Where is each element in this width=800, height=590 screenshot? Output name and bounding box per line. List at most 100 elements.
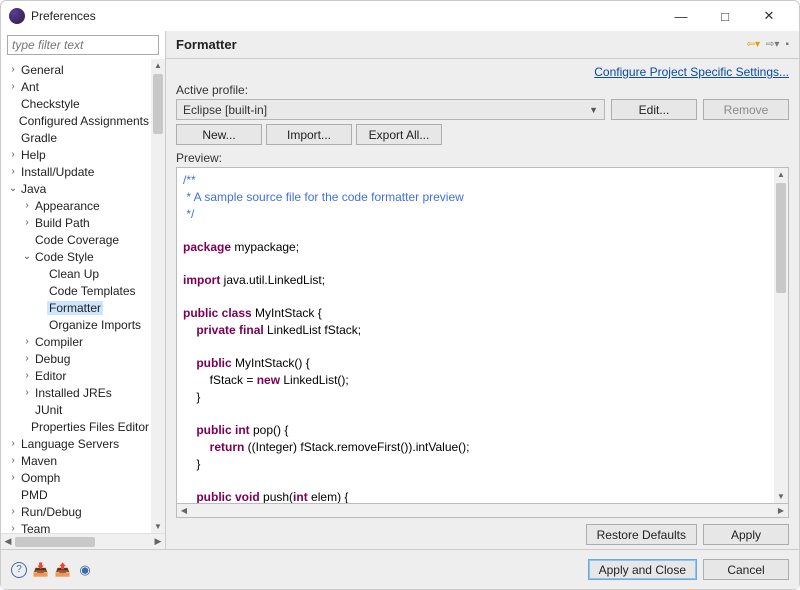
- scroll-left-icon[interactable]: ◀: [1, 536, 15, 547]
- scroll-up-icon[interactable]: ▲: [777, 168, 785, 181]
- cancel-button[interactable]: Cancel: [703, 559, 789, 580]
- tree-item-install-update[interactable]: ›Install/Update: [3, 163, 151, 180]
- import-button[interactable]: Import...: [266, 124, 352, 145]
- tree-item-properties-files-editor[interactable]: ·Properties Files Editor: [3, 418, 151, 435]
- remove-button: Remove: [703, 99, 789, 120]
- nav-forward-icon[interactable]: ⇨▾: [766, 39, 779, 50]
- tree-item-editor[interactable]: ›Editor: [3, 367, 151, 384]
- preferences-tree[interactable]: ›General›Ant·Checkstyle·Configured Assig…: [1, 59, 151, 533]
- tree-item-ant[interactable]: ›Ant: [3, 78, 151, 95]
- tree-item-general[interactable]: ›General: [3, 61, 151, 78]
- close-button[interactable]: ✕: [747, 1, 791, 31]
- page-heading: Formatter: [176, 37, 747, 52]
- scroll-left-icon[interactable]: ◀: [177, 506, 191, 515]
- tree-item-formatter[interactable]: ·Formatter: [3, 299, 151, 316]
- expand-icon[interactable]: ›: [21, 370, 33, 381]
- tree-item-appearance[interactable]: ›Appearance: [3, 197, 151, 214]
- tree-item-gradle[interactable]: ·Gradle: [3, 129, 151, 146]
- edit-button[interactable]: Edit...: [611, 99, 697, 120]
- preview-hscrollbar[interactable]: ◀ ▶: [176, 504, 789, 518]
- tree-item-label: Properties Files Editor: [29, 420, 151, 434]
- expand-icon[interactable]: ›: [7, 81, 19, 92]
- tree-item-configured-assignments[interactable]: ·Configured Assignments: [3, 112, 151, 129]
- apply-and-close-button[interactable]: Apply and Close: [588, 559, 697, 580]
- expand-icon[interactable]: ›: [21, 200, 33, 211]
- import-prefs-icon[interactable]: 📥: [33, 562, 49, 578]
- preview-vscrollbar[interactable]: ▲ ▼: [774, 168, 788, 503]
- tree-item-label: Maven: [19, 454, 59, 468]
- tree-item-language-servers[interactable]: ›Language Servers: [3, 435, 151, 452]
- active-profile-dropdown[interactable]: Eclipse [built-in] ▼: [176, 99, 605, 120]
- expand-icon[interactable]: ›: [7, 506, 19, 517]
- maximize-button[interactable]: □: [703, 1, 747, 31]
- tree-item-clean-up[interactable]: ·Clean Up: [3, 265, 151, 282]
- hscroll-thumb[interactable]: [15, 537, 95, 547]
- tree-item-organize-imports[interactable]: ·Organize Imports: [3, 316, 151, 333]
- expand-icon[interactable]: ›: [7, 166, 19, 177]
- expand-icon[interactable]: ›: [7, 438, 19, 449]
- apply-button[interactable]: Apply: [703, 524, 789, 545]
- minimize-button[interactable]: —: [659, 1, 703, 31]
- tree-item-maven[interactable]: ›Maven: [3, 452, 151, 469]
- tree-item-label: Code Coverage: [33, 233, 121, 247]
- tree-item-label: Build Path: [33, 216, 92, 230]
- scroll-thumb[interactable]: [776, 183, 786, 293]
- scroll-down-icon[interactable]: ▼: [777, 490, 785, 503]
- tree-item-pmd[interactable]: ·PMD: [3, 486, 151, 503]
- tree-item-code-style[interactable]: ⌄Code Style: [3, 248, 151, 265]
- tree-item-junit[interactable]: ·JUnit: [3, 401, 151, 418]
- tree-item-build-path[interactable]: ›Build Path: [3, 214, 151, 231]
- tree-item-help[interactable]: ›Help: [3, 146, 151, 163]
- restore-defaults-button[interactable]: Restore Defaults: [586, 524, 697, 545]
- scroll-down-icon[interactable]: ▼: [154, 520, 162, 533]
- tree-item-installed-jres[interactable]: ›Installed JREs: [3, 384, 151, 401]
- tree-item-oomph[interactable]: ›Oomph: [3, 469, 151, 486]
- export-all-button[interactable]: Export All...: [356, 124, 442, 145]
- tree-item-run-debug[interactable]: ›Run/Debug: [3, 503, 151, 520]
- tree-item-label: Compiler: [33, 335, 85, 349]
- help-icon[interactable]: ?: [11, 562, 27, 578]
- tree-item-label: Install/Update: [19, 165, 96, 179]
- active-profile-label: Active profile:: [176, 83, 789, 97]
- collapse-icon[interactable]: ⌄: [21, 251, 33, 262]
- tree-item-label: Formatter: [47, 301, 103, 315]
- expand-icon[interactable]: ›: [21, 336, 33, 347]
- tree-item-label: Gradle: [19, 131, 59, 145]
- expand-icon[interactable]: ›: [7, 149, 19, 160]
- expand-icon[interactable]: ›: [7, 523, 19, 533]
- tree-item-debug[interactable]: ›Debug: [3, 350, 151, 367]
- nav-back-icon[interactable]: ⇦▾: [747, 39, 760, 50]
- tree-hscrollbar[interactable]: ◀ ▶: [1, 533, 165, 549]
- record-icon[interactable]: ◉: [77, 562, 93, 578]
- expand-icon[interactable]: ›: [7, 472, 19, 483]
- scroll-right-icon[interactable]: ▶: [774, 506, 788, 515]
- tree-item-label: PMD: [19, 488, 50, 502]
- tree-item-code-templates[interactable]: ·Code Templates: [3, 282, 151, 299]
- tree-item-code-coverage[interactable]: ·Code Coverage: [3, 231, 151, 248]
- collapse-icon[interactable]: ⌄: [7, 183, 19, 194]
- nav-menu-icon[interactable]: ▪: [785, 39, 789, 50]
- scroll-up-icon[interactable]: ▲: [154, 59, 162, 72]
- expand-icon[interactable]: ›: [21, 353, 33, 364]
- tree-item-team[interactable]: ›Team: [3, 520, 151, 533]
- tree-item-label: Help: [19, 148, 48, 162]
- expand-icon[interactable]: ›: [7, 455, 19, 466]
- export-prefs-icon[interactable]: 📤: [55, 562, 71, 578]
- tree-item-label: General: [19, 63, 66, 77]
- expand-icon[interactable]: ›: [7, 64, 19, 75]
- scroll-thumb[interactable]: [153, 74, 163, 134]
- sidebar: ›General›Ant·Checkstyle·Configured Assig…: [1, 31, 166, 549]
- tree-item-label: Configured Assignments: [17, 114, 151, 128]
- expand-icon[interactable]: ›: [21, 387, 33, 398]
- scroll-right-icon[interactable]: ▶: [151, 536, 165, 547]
- tree-item-java[interactable]: ⌄Java: [3, 180, 151, 197]
- filter-input[interactable]: [7, 35, 159, 55]
- content-panel: Formatter ⇦▾ ⇨▾ ▪ Configure Project Spec…: [166, 31, 799, 549]
- new-button[interactable]: New...: [176, 124, 262, 145]
- tree-item-compiler[interactable]: ›Compiler: [3, 333, 151, 350]
- expand-icon[interactable]: ›: [21, 217, 33, 228]
- tree-scrollbar[interactable]: ▲ ▼: [151, 59, 165, 533]
- preview-label: Preview:: [176, 151, 789, 165]
- tree-item-checkstyle[interactable]: ·Checkstyle: [3, 95, 151, 112]
- project-settings-link[interactable]: Configure Project Specific Settings...: [594, 65, 789, 79]
